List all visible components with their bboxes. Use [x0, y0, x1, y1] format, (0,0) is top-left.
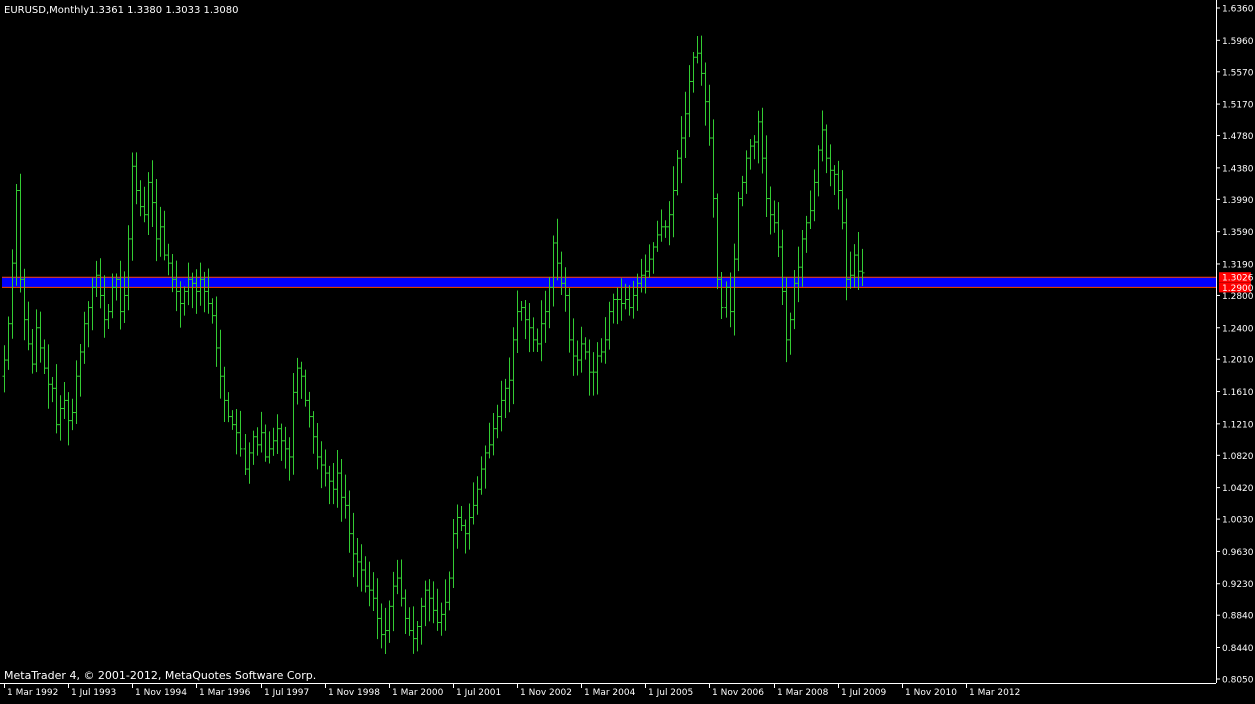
y-tick-label: 1.0030: [1222, 516, 1254, 526]
y-tick-label: 1.0420: [1222, 484, 1254, 494]
y-tick-label: 0.9230: [1222, 580, 1254, 590]
y-tick-label: 1.5170: [1222, 101, 1254, 111]
x-tick-label: 1 Jul 2001: [456, 688, 501, 698]
y-tick-label: 0.8050: [1222, 676, 1254, 686]
x-tick-label: 1 Nov 1994: [135, 688, 187, 698]
support-zone-rectangle[interactable]: [2, 277, 1216, 288]
y-tick-label: 1.6360: [1222, 5, 1254, 15]
x-tick-label: 1 Mar 1992: [7, 688, 58, 698]
x-tick-label: 1 Jul 1997: [264, 688, 309, 698]
mt4-chart-window[interactable]: 1.6360 1.5960 1.5570 1.5170 1.4780 1.4380 1.39…: [0, 0, 1255, 700]
x-tick-label: 1 Mar 2008: [777, 688, 829, 698]
chart-ohlc-values: 1.3361 1.3380 1.3033 1.3080: [89, 5, 239, 16]
price-chart[interactable]: 1.6360 1.5960 1.5570 1.5170 1.4780 1.4380 1.39…: [0, 0, 1255, 700]
y-tick-label: 1.5570: [1222, 68, 1254, 78]
y-tick-label: 1.3590: [1222, 228, 1254, 238]
y-tick-label: 1.4380: [1222, 164, 1254, 174]
x-tick-label: 1 Nov 2002: [520, 688, 572, 698]
price-label-text: 1.2900: [1222, 284, 1254, 294]
y-tick-label: 1.2400: [1222, 324, 1254, 334]
x-tick-label: 1 Mar 2004: [584, 688, 636, 698]
y-tick-label: 1.1610: [1222, 388, 1254, 398]
x-tick-label: 1 Nov 2006: [712, 688, 764, 698]
y-tick-label: 1.0820: [1222, 452, 1254, 462]
y-tick-label: 1.1210: [1222, 420, 1254, 430]
price-label-text: 1.3026: [1222, 274, 1254, 284]
y-tick-label: 1.3990: [1222, 196, 1254, 206]
copyright-text: MetaTrader 4, © 2001-2012, MetaQuotes So…: [4, 669, 316, 682]
y-tick-label: 1.2010: [1222, 356, 1254, 366]
x-tick-label: 1 Jul 2005: [648, 688, 693, 698]
y-tick-label: 0.8440: [1222, 644, 1254, 654]
y-tick-label: 1.5960: [1222, 37, 1254, 47]
y-tick-label: 0.8840: [1222, 612, 1254, 622]
x-tick-label: 1 Mar 1996: [199, 688, 251, 698]
x-tick-label: 1 Jul 2009: [841, 688, 886, 698]
x-tick-label: 1 Nov 2010: [905, 688, 957, 698]
x-tick-label: 1 Nov 1998: [328, 688, 380, 698]
x-tick-label: 1 Mar 2000: [392, 688, 444, 698]
x-tick-label: 1 Jul 1993: [71, 688, 116, 698]
chart-symbol-label: EURUSD,Monthly: [4, 5, 89, 16]
y-tick-label: 0.9630: [1222, 548, 1254, 558]
y-tick-label: 1.3190: [1222, 260, 1254, 270]
x-tick-label: 1 Mar 2012: [969, 688, 1020, 698]
y-tick-label: 1.4780: [1222, 132, 1254, 142]
